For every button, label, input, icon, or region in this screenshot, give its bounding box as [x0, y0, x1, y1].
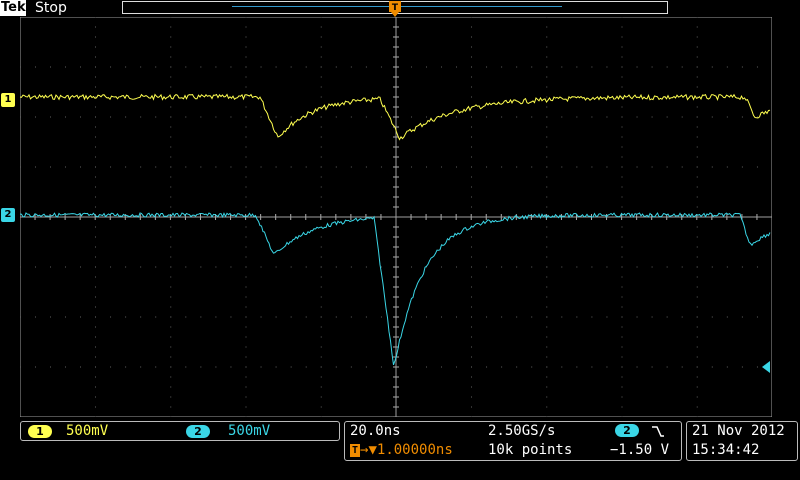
channel-2-ground-marker[interactable]: 2 — [1, 208, 15, 222]
trigger-level-marker[interactable] — [760, 361, 770, 373]
record-length: 10k points — [488, 442, 573, 458]
date: 21 Nov 2012 — [692, 423, 785, 439]
date-time-readout: 21 Nov 2012 15:34:42 — [686, 421, 798, 461]
svg-text:T: T — [392, 3, 399, 13]
sample-rate: 2.50GS/s — [488, 423, 556, 439]
acquisition-state: Stop — [35, 0, 67, 16]
trigger-position-icon-small: T — [350, 444, 361, 457]
channel-1-ground-marker[interactable]: 1 — [1, 93, 15, 107]
channel-readout-box[interactable]: 1 500mV 2 500mV — [20, 421, 340, 441]
timebase: 20.0ns — [350, 423, 401, 439]
trigger-position-icon: T — [389, 1, 401, 17]
trigger-position-value: 1.00000ns — [376, 442, 453, 458]
bottom-readout-bar: 1 500mV 2 500mV 20.0ns 2.50GS/s T →▼1.000… — [0, 418, 800, 480]
time: 15:34:42 — [692, 442, 760, 458]
channel-1-badge[interactable]: 1 — [28, 425, 52, 438]
top-status-bar: Tek Stop T — [0, 0, 800, 17]
trigger-arrow-icon: →▼ — [360, 442, 377, 458]
trigger-level: −1.50 V — [610, 442, 670, 458]
brand-logo: Tek — [0, 0, 26, 16]
falling-edge-icon — [652, 426, 664, 437]
trigger-source-badge[interactable]: 2 — [615, 424, 639, 437]
channel-2-scale: 500mV — [228, 423, 271, 439]
channel-2-badge[interactable]: 2 — [186, 425, 210, 438]
channel-1-scale: 500mV — [66, 423, 109, 439]
waveform-graticule — [20, 17, 772, 417]
horizontal-trigger-readout[interactable]: 20.0ns 2.50GS/s T →▼1.00000ns 10k points … — [344, 421, 682, 461]
trigger-position-readout: T →▼1.00000ns — [350, 442, 453, 458]
